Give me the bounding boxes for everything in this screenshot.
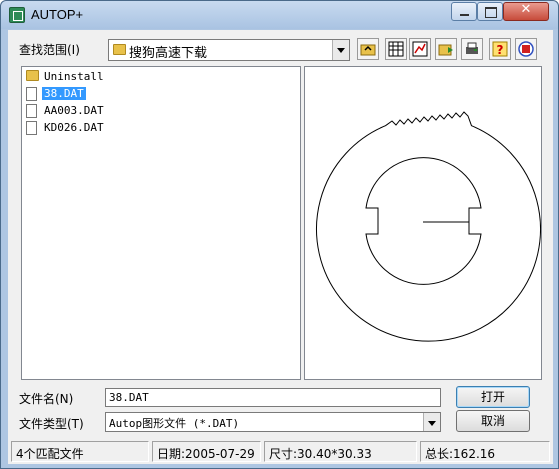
open-button[interactable]: 打开 — [456, 386, 530, 408]
status-length: 总长:162.16 — [420, 441, 550, 462]
file-name: Uninstall — [44, 70, 104, 83]
preview-pane — [304, 66, 542, 380]
maximize-button[interactable] — [477, 2, 503, 21]
folder-up-icon[interactable] — [357, 38, 379, 60]
file-icon — [26, 87, 37, 101]
filetype-value: Autop图形文件 (*.DAT) — [109, 417, 240, 430]
minimize-button[interactable] — [451, 2, 477, 21]
grid-view-icon[interactable] — [385, 38, 407, 60]
dialog-body: 查找范围(I) 搜狗高速下载 ? Uninstall 38.DAT AA003.… — [8, 30, 553, 464]
app-icon — [9, 7, 25, 23]
chevron-down-icon[interactable] — [332, 40, 349, 60]
filename-value: 38.DAT — [109, 391, 149, 404]
status-length-text: 总长:162.16 — [425, 447, 496, 461]
close-icon: ✕ — [520, 2, 532, 17]
help-icon[interactable]: ? — [489, 38, 511, 60]
part-drawing — [316, 111, 541, 342]
print-icon[interactable] — [461, 38, 483, 60]
folder-icon — [113, 44, 126, 55]
lookin-dropdown[interactable]: 搜狗高速下载 — [108, 39, 350, 61]
filename-input[interactable]: 38.DAT — [105, 388, 441, 407]
lookin-label: 查找范围(I) — [19, 43, 80, 57]
status-size: 尺寸:30.40*30.33 — [264, 441, 417, 462]
dialog-window: AUTOP+ ✕ 查找范围(I) 搜狗高速下载 ? Uninstall 38.D… — [0, 0, 559, 469]
file-name: KD026.DAT — [44, 121, 104, 134]
status-date: 日期:2005-07-29 — [152, 441, 261, 462]
graph-icon[interactable] — [409, 38, 431, 60]
svg-text:?: ? — [497, 43, 504, 57]
close-button[interactable]: ✕ — [503, 2, 549, 21]
status-count: 4个匹配文件 — [11, 441, 149, 462]
file-name: AA003.DAT — [44, 104, 104, 117]
file-icon — [26, 121, 37, 135]
file-icon — [26, 104, 37, 118]
filetype-label: 文件类型(T) — [19, 417, 84, 431]
status-count-text: 4个匹配文件 — [16, 447, 84, 461]
folder-open-icon[interactable] — [435, 38, 457, 60]
filetype-dropdown[interactable]: Autop图形文件 (*.DAT) — [105, 412, 441, 432]
status-date-text: 日期:2005-07-29 — [157, 447, 255, 461]
status-size-text: 尺寸:30.40*30.33 — [269, 447, 372, 461]
file-list[interactable]: Uninstall 38.DAT AA003.DAT KD026.DAT — [21, 66, 301, 380]
lookin-value: 搜狗高速下载 — [129, 46, 208, 61]
status-bar: 4个匹配文件 日期:2005-07-29 尺寸:30.40*30.33 总长:1… — [8, 441, 553, 463]
note-icon[interactable] — [515, 38, 537, 60]
cancel-button[interactable]: 取消 — [456, 410, 530, 432]
file-name: 38.DAT — [42, 87, 86, 100]
chevron-down-icon[interactable] — [423, 413, 440, 431]
folder-icon — [26, 70, 39, 81]
title-bar[interactable]: AUTOP+ ✕ — [1, 1, 558, 29]
filename-label: 文件名(N) — [19, 392, 74, 406]
window-title: AUTOP+ — [31, 7, 84, 22]
